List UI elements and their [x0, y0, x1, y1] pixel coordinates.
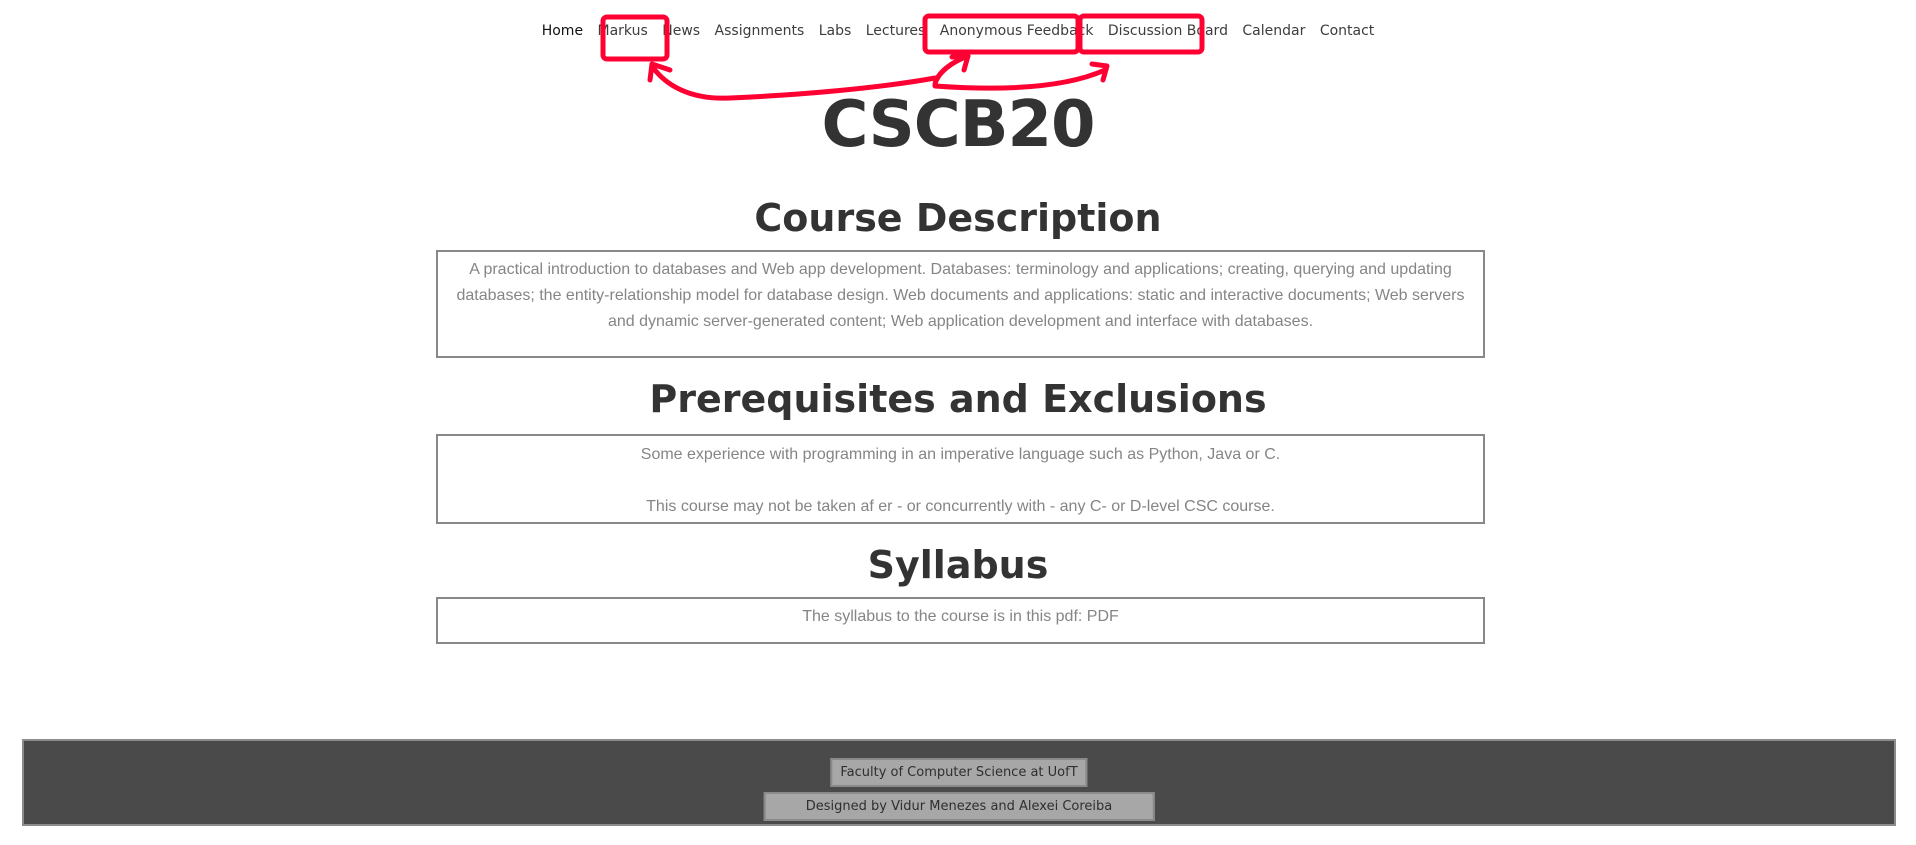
arrow-to-discussion	[932, 67, 1108, 91]
nav-lectures[interactable]: Lectures	[866, 23, 926, 39]
nav-labs[interactable]: Labs	[819, 23, 852, 39]
nav-assignments[interactable]: Assignments	[715, 23, 805, 39]
prerequisites-text: Some experience with programming in an i…	[640, 446, 1281, 463]
nav-contact[interactable]: Contact	[1320, 23, 1374, 39]
site-footer: Faculty of Computer Science at UofT Desi…	[22, 739, 1896, 826]
prerequisites-heading: Prerequisites and Exclusions	[649, 377, 1267, 421]
course-description-text: A practical introduction to databases an…	[456, 261, 1465, 330]
footer-faculty-label: Faculty of Computer Science at UofT	[830, 758, 1088, 787]
site-title: CSCB20	[821, 88, 1095, 162]
arrowhead-feedback	[949, 53, 971, 73]
arrowhead-discussion	[1089, 61, 1110, 83]
syllabus-box: The syllabus to the course is in this pd…	[436, 597, 1485, 644]
arrow-feedback-curve	[932, 53, 971, 87]
nav-anonymous-feedback[interactable]: Anonymous Feedback	[940, 23, 1094, 39]
syllabus-heading: Syllabus	[867, 543, 1049, 587]
main-nav: Home Markus News Assignments Labs Lectur…	[0, 22, 1916, 40]
course-description-heading: Course Description	[754, 196, 1162, 240]
nav-markus[interactable]: Markus	[598, 23, 648, 39]
syllabus-text: The syllabus to the course is in this pd…	[802, 608, 1119, 625]
course-description-box: A practical introduction to databases an…	[436, 250, 1485, 358]
nav-news[interactable]: News	[662, 23, 700, 39]
arrowhead-markus	[647, 61, 673, 83]
footer-designers-label: Designed by Vidur Menezes and Alexei Cor…	[763, 792, 1155, 821]
nav-calendar[interactable]: Calendar	[1242, 23, 1305, 39]
nav-discussion-board[interactable]: Discussion Board	[1108, 23, 1228, 39]
nav-home[interactable]: Home	[542, 23, 583, 39]
prerequisites-box: Some experience with programming in an i…	[436, 434, 1485, 524]
exclusions-text: This course may not be taken af er - or …	[646, 498, 1275, 515]
